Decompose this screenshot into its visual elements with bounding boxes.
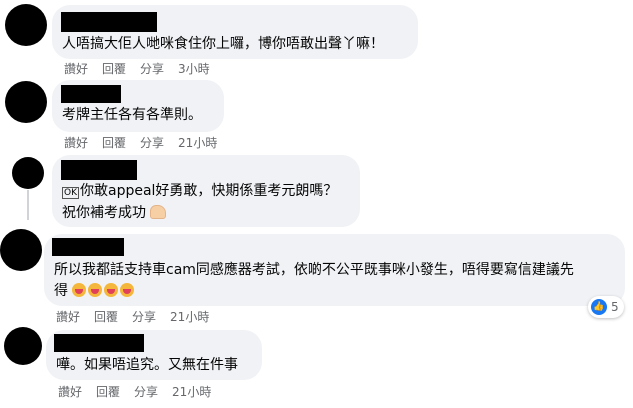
flexed-biceps-icon [150, 205, 167, 219]
share-button[interactable]: 分享 [140, 62, 164, 76]
crying-face-icon [88, 283, 103, 297]
timestamp[interactable]: 21小時 [170, 310, 209, 324]
ok-emoji-icon: OK [62, 187, 79, 199]
comment-actions: 讚好 回覆 分享 21小時 [56, 308, 209, 325]
like-icon: 👍 [591, 299, 607, 315]
redacted-author-name[interactable] [61, 160, 137, 180]
reply-button[interactable]: 回覆 [102, 62, 126, 76]
comment-text: 你敢appeal好勇敢，快期係重考元朗嗎？ [80, 183, 338, 199]
comment-text: 祝你補考成功 [62, 205, 146, 221]
redacted-author-name[interactable] [52, 238, 124, 256]
share-button[interactable]: 分享 [140, 136, 164, 150]
avatar[interactable] [4, 327, 42, 365]
avatar[interactable] [12, 157, 44, 189]
avatar[interactable] [5, 81, 47, 123]
share-button[interactable]: 分享 [132, 310, 156, 324]
like-button[interactable]: 讚好 [58, 385, 82, 399]
comment-text: 考牌主任各有各準則。 [62, 107, 202, 123]
reaction-number: 5 [611, 300, 619, 314]
comment-text-line-2: 祝你補考成功 [62, 202, 168, 224]
timestamp[interactable]: 3小時 [178, 62, 210, 76]
timestamp[interactable]: 21小時 [172, 385, 211, 399]
comment-text: 得 [54, 283, 68, 299]
redacted-author-name[interactable] [61, 12, 157, 32]
comment-text: 嘩。如果唔追究。又無在件事 [56, 357, 238, 373]
crying-face-icon [72, 283, 87, 297]
avatar[interactable] [5, 4, 47, 46]
comment-actions: 讚好 回覆 分享 21小時 [58, 383, 211, 400]
comment-text: 人唔搞大佢人哋咪食住你上囉，博你唔敢出聲丫嘛！ [62, 36, 384, 52]
share-button[interactable]: 分享 [134, 385, 158, 399]
comment-actions: 讚好 回覆 分享 21小時 [64, 134, 217, 151]
timestamp[interactable]: 21小時 [178, 136, 217, 150]
comment-text-line-1: 所以我都話支持車cam同感應器考試，依啲不公平既事咪小發生，唔得要寫信建議先 [54, 262, 574, 278]
reply-button[interactable]: 回覆 [94, 310, 118, 324]
thread-line [27, 190, 29, 220]
avatar[interactable] [0, 229, 42, 271]
like-button[interactable]: 讚好 [64, 136, 88, 150]
like-button[interactable]: 讚好 [56, 310, 80, 324]
redacted-author-name[interactable] [54, 334, 144, 352]
reply-button[interactable]: 回覆 [96, 385, 120, 399]
crying-face-icon [104, 283, 119, 297]
comment-text-line-2: 得 [54, 280, 136, 302]
reply-button[interactable]: 回覆 [102, 136, 126, 150]
comment-text-line-1: OK 你敢appeal好勇敢，快期係重考元朗嗎？ [62, 180, 337, 204]
comment-actions: 讚好 回覆 分享 3小時 [64, 60, 210, 77]
crying-face-icon [120, 283, 135, 297]
reaction-count[interactable]: 👍 5 [588, 296, 624, 318]
redacted-author-name[interactable] [61, 85, 121, 103]
like-button[interactable]: 讚好 [64, 62, 88, 76]
